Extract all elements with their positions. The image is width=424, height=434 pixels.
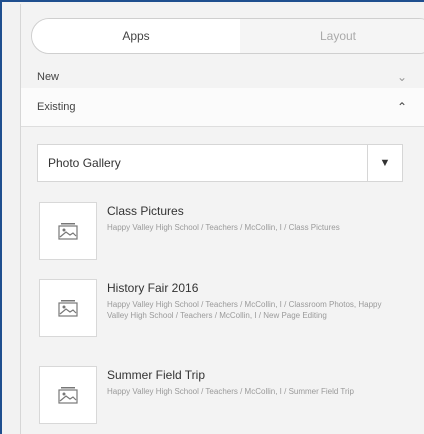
list-item[interactable]: Summer Field Trip Happy Valley High Scho… (39, 366, 409, 428)
item-path: Happy Valley High School / Teachers / Mc… (107, 300, 382, 320)
item-path: Happy Valley High School / Teachers / Mc… (107, 223, 340, 232)
chevron-down-icon: ⌄ (396, 70, 407, 84)
app-type-dropdown[interactable]: Photo Gallery ▼ (37, 144, 403, 182)
apps-panel: Apps Layout New ⌄ Existing ⌃ Photo Galle… (20, 4, 424, 434)
photo-gallery-icon (39, 279, 97, 337)
photo-gallery-icon (39, 366, 97, 424)
tab-bar: Apps Layout (31, 18, 424, 54)
tab-layout[interactable]: Layout (240, 19, 424, 53)
item-title: Class Pictures (107, 204, 184, 218)
section-existing-label: Existing (37, 101, 76, 113)
list-item[interactable]: History Fair 2016 Happy Valley High Scho… (39, 279, 409, 341)
window-border-left (0, 0, 2, 434)
dropdown-selected-value: Photo Gallery (48, 156, 121, 170)
list-item[interactable]: Class Pictures Happy Valley High School … (39, 202, 409, 264)
section-existing[interactable]: Existing ⌃ (21, 88, 424, 127)
section-new-label: New (37, 71, 60, 83)
tab-apps[interactable]: Apps (32, 19, 240, 53)
item-title: Summer Field Trip (107, 368, 206, 382)
window-border-top (0, 0, 424, 2)
chevron-up-icon: ⌃ (396, 100, 407, 114)
item-path: Happy Valley High School / Teachers / Mc… (107, 387, 354, 396)
photo-gallery-icon (39, 202, 97, 260)
dropdown-arrow-icon[interactable]: ▼ (367, 145, 402, 181)
item-title: History Fair 2016 (107, 281, 199, 295)
